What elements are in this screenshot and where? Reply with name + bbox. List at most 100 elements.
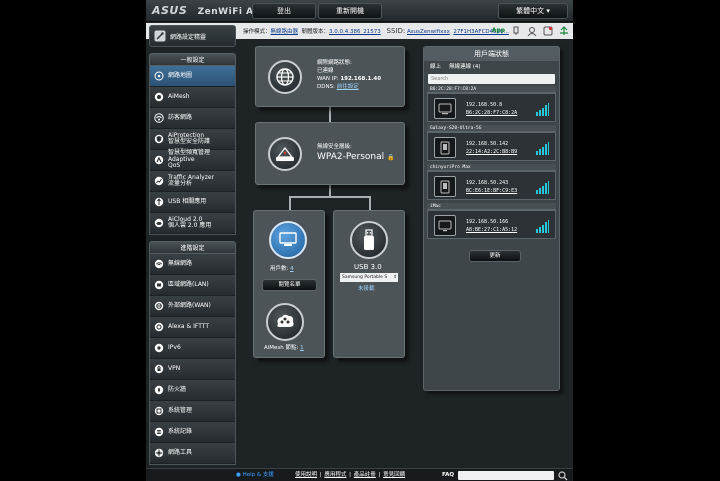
device-generic-icon[interactable] [434, 98, 456, 119]
sidebar-item-traffic-analyzer[interactable]: Traffic Analyzer 流量分析 [150, 171, 235, 192]
sidebar-item-network-tools[interactable]: 網路工具 [150, 443, 235, 464]
app-link[interactable]: App [492, 23, 505, 39]
sidebar-item-label: 訪客網路 [168, 113, 193, 121]
phone-icon[interactable] [434, 137, 456, 158]
sidebar: 網路設定精靈 一般設定 網路地圖 AiMesh 訪客網路 AiProtectio… [149, 25, 236, 471]
client-mac-link[interactable]: B6:2C:28:F7:C8:2A [466, 109, 517, 117]
client-address: 192.168.50.142 22:14:A2:2C:B8:B9 [466, 140, 517, 156]
sidebar-item-text: Traffic Analyzer 流量分析 [168, 174, 214, 188]
footer: ● Help & 支援 使用說明 | 應用程式 | 產品註冊 | 意見回饋 FA… [146, 468, 573, 481]
router-node[interactable]: 無線安全層級: WPA2-Personal 🔒 [255, 122, 405, 185]
language-select[interactable]: 繁體中文 ▾ [498, 3, 568, 19]
lock-icon: 🔒 [387, 154, 395, 161]
tab-online[interactable]: 線上 [430, 61, 441, 73]
client-item[interactable]: iMac 192.168.50.166 A8:BE:27:C1:A5:12 [427, 203, 556, 239]
internet-status-node[interactable]: 網際網路狀態: 已連線 WAN IP: 192.168.1.40 DDNS: 前… [255, 46, 405, 107]
sidebar-item-label: AiMesh [168, 92, 190, 100]
monitor-icon [279, 232, 297, 246]
sidebar-item-administration[interactable]: 系統管理 [150, 401, 235, 422]
connector-line [289, 196, 371, 198]
usb-device-select[interactable]: Samsung Portable S ⇕ [340, 273, 398, 282]
sidebar-item-firewall[interactable]: 防火牆 [150, 380, 235, 401]
faq-search-input[interactable] [458, 471, 554, 480]
client-address: 192.168.50.243 BC:E6:1E:BF:C9:E3 [466, 179, 517, 195]
client-mac-link[interactable]: A8:BE:27:C1:A5:12 [466, 226, 517, 234]
sidebar-item-system-log[interactable]: 系統記錄 [150, 422, 235, 443]
sidebar-item-ipv6[interactable]: IPv6 [150, 338, 235, 359]
sidebar-item-label: 系統管理 [168, 406, 193, 414]
sidebar-item-alexa[interactable]: Alexa & IFTTT [150, 317, 235, 338]
notification-icon[interactable] [543, 26, 553, 36]
usb-mount-status[interactable]: 未掛載 [358, 285, 375, 293]
usb-status-icon[interactable] [511, 26, 521, 36]
wireless-icon [154, 259, 164, 269]
register-link[interactable]: 產品註冊 [354, 472, 376, 478]
client-item[interactable]: chinyuriPro Max 192.168.50.243 BC:E6:1E:B… [427, 164, 556, 200]
clients-count-value[interactable]: 4 [290, 266, 294, 272]
sidebar-item-label: USB 相關應用 [168, 197, 207, 205]
network-status-icon[interactable] [559, 26, 569, 36]
feedback-link[interactable]: 意見回饋 [383, 472, 405, 478]
sidebar-item-guest-network[interactable]: 訪客網路 [150, 108, 235, 129]
monitor-icon[interactable] [434, 215, 456, 236]
general-section-header: 一般設定 [149, 53, 236, 66]
sidebar-item-text: 智慧型頻寬管理 Adaptive QoS [168, 150, 235, 170]
clients-node[interactable]: 用戶數: 4 閱覽名單 AiMesh 節點: 1 [253, 210, 325, 358]
search-icon[interactable] [558, 471, 568, 481]
chevron-updown-icon: ⇕ [393, 275, 397, 280]
tab-wireless[interactable]: 無線連線 (4) [449, 61, 481, 73]
client-item[interactable]: B6:2C:28:F7:C8:2A 192.168.50.8 B6:2C:28:F… [427, 86, 556, 122]
guest-status-icon[interactable] [527, 26, 537, 36]
mode-link[interactable]: 無線路由器 [271, 29, 299, 35]
security-row: WPA2-Personal 🔒 [317, 151, 395, 164]
sidebar-item-aiprotection[interactable]: AiProtection 智慧型安全防護 [150, 129, 235, 150]
client-search-input[interactable]: Search [428, 74, 555, 84]
connector-line [289, 196, 291, 210]
client-mac-link[interactable]: BC:E6:1E:BF:C9:E3 [466, 187, 517, 195]
usb-drive-icon [364, 229, 374, 250]
sidebar-item-lan[interactable]: 區域網路(LAN) [150, 275, 235, 296]
help-support-link[interactable]: ● Help & 支援 [236, 469, 274, 481]
brand-logo[interactable]: ASUS ZenWiFi AC [152, 4, 261, 17]
sidebar-item-qos[interactable]: 智慧型頻寬管理 Adaptive QoS [150, 150, 235, 171]
client-ip: 192.168.50.166 [466, 219, 509, 225]
ssid-value-1[interactable]: AsusZenwifixxx [407, 29, 450, 35]
aimesh-node-circle[interactable] [266, 303, 304, 341]
client-ip: 192.168.50.243 [466, 180, 509, 186]
sidebar-item-label: IPv6 [168, 343, 181, 351]
sidebar-item-usb[interactable]: USB 相關應用 [150, 192, 235, 213]
refresh-button[interactable]: 更新 [469, 250, 521, 262]
signal-strength-icon [536, 220, 549, 233]
client-tabs: 線上 無線連線 (4) [424, 61, 559, 73]
mode-label: 操作模式： [243, 29, 271, 35]
sidebar-item-aicloud[interactable]: AiCloud 2.0 個人雲 2.0 應用 [150, 213, 235, 234]
router-security-text: 無線安全層級: WPA2-Personal 🔒 [317, 143, 395, 164]
sidebar-item-network-map[interactable]: 網路地圖 [150, 66, 235, 87]
network-map: 網際網路狀態: 已連線 WAN IP: 192.168.1.40 DDNS: 前… [249, 44, 406, 382]
quick-setup-button[interactable]: 網路設定精靈 [149, 25, 236, 47]
view-list-button[interactable]: 閱覽名單 [262, 279, 317, 291]
administration-icon [154, 406, 164, 416]
system-log-icon [154, 427, 164, 437]
app-link[interactable]: 應用程式 [324, 472, 346, 478]
reboot-button[interactable]: 重新開機 [318, 3, 382, 19]
sidebar-item-wireless[interactable]: 無線網路 [150, 254, 235, 275]
client-mac-link[interactable]: 22:14:A2:2C:B8:B9 [466, 148, 517, 156]
firmware-link[interactable]: 3.0.0.4.386_21573 [329, 29, 381, 35]
client-address: 192.168.50.166 A8:BE:27:C1:A5:12 [466, 218, 517, 234]
phone-icon[interactable] [434, 176, 456, 197]
sidebar-item-wan[interactable]: 外部網路(WAN) [150, 296, 235, 317]
sidebar-item-vpn[interactable]: VPN [150, 359, 235, 380]
client-item[interactable]: Galaxy-S20-Ultra-5G 192.168.50.142 22:14:… [427, 125, 556, 161]
manual-link[interactable]: 使用說明 [295, 472, 317, 478]
client-name: B6:2C:28:F7:C8:2A [427, 86, 556, 93]
globe-icon [268, 60, 302, 94]
ddns-label: DDNS: [317, 84, 335, 90]
sidebar-item-aimesh[interactable]: AiMesh [150, 87, 235, 108]
ddns-link[interactable]: 前往設定 [337, 84, 359, 90]
sidebar-item-label: 網路地圖 [168, 71, 193, 79]
usb-node[interactable]: USB 3.0 Samsung Portable S ⇕ 未掛載 [333, 210, 405, 358]
aimesh-count-value[interactable]: 1 [300, 345, 304, 351]
footer-links: 使用說明 | 應用程式 | 產品註冊 | 意見回饋 [295, 472, 406, 478]
logout-button[interactable]: 登出 [252, 3, 316, 19]
